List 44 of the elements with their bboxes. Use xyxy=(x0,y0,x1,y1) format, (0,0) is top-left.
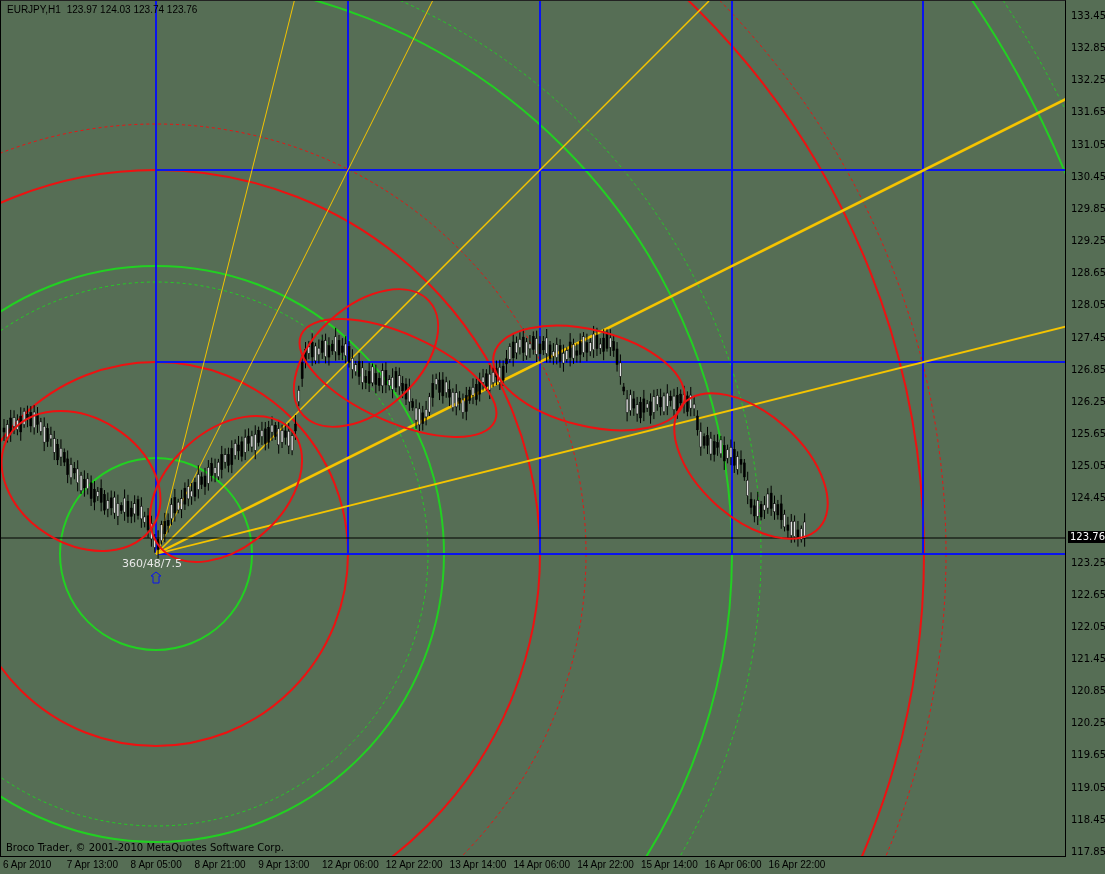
price-label: 129.85 xyxy=(1071,202,1105,215)
time-label: 12 Apr 06:00 xyxy=(322,859,379,871)
time-label: 6 Apr 2010 xyxy=(3,859,52,871)
price-label: 129.25 xyxy=(1071,235,1105,248)
price-label: 132.85 xyxy=(1071,42,1105,55)
copyright-text: Broco Trader, © 2001-2010 MetaQuotes Software Corp. xyxy=(6,842,284,853)
arrow-icon xyxy=(150,571,162,584)
time-label: 16 Apr 22:00 xyxy=(768,859,826,871)
time-label: 7 Apr 13:00 xyxy=(66,859,118,871)
time-label: 14 Apr 22:00 xyxy=(577,859,634,871)
price-label: 123.25 xyxy=(1071,556,1105,569)
price-label: 119.05 xyxy=(1071,781,1105,794)
price-label: 131.65 xyxy=(1071,106,1105,119)
time-label: 15 Apr 14:00 xyxy=(641,859,698,871)
annotation-label: 360/48/7.5 xyxy=(122,558,182,570)
price-label: 131.05 xyxy=(1071,138,1105,151)
price-label: 126.25 xyxy=(1071,395,1105,408)
time-label: 8 Apr 05:00 xyxy=(130,859,182,871)
price-label: 133.45 xyxy=(1071,10,1105,22)
price-label: 128.65 xyxy=(1071,267,1105,280)
price-label: 125.05 xyxy=(1071,460,1105,473)
price-label: 132.25 xyxy=(1071,74,1105,87)
price-label: 125.65 xyxy=(1071,427,1105,440)
time-label: 16 Apr 06:00 xyxy=(704,859,762,871)
time-label: 8 Apr 21:00 xyxy=(194,859,246,871)
price-label: 120.25 xyxy=(1071,717,1105,730)
price-label: 118.45 xyxy=(1071,813,1105,826)
price-label: 126.85 xyxy=(1071,363,1105,376)
price-label: 127.45 xyxy=(1071,331,1105,344)
price-label: 124.45 xyxy=(1071,492,1105,505)
symbol-label: EURJPY,H1 xyxy=(7,4,61,15)
price-label: 128.05 xyxy=(1071,299,1105,312)
time-label: 9 Apr 13:00 xyxy=(258,859,310,871)
time-label: 13 Apr 14:00 xyxy=(449,859,507,871)
price-label: 121.45 xyxy=(1071,653,1105,665)
price-label: 122.65 xyxy=(1071,588,1105,601)
price-label: 130.45 xyxy=(1071,170,1105,183)
current-price-tag: 123.76 xyxy=(1068,531,1105,543)
time-label: 12 Apr 22:00 xyxy=(385,859,443,871)
time-label: 14 Apr 06:00 xyxy=(513,859,571,871)
price-label: 117.85 xyxy=(1071,845,1105,858)
price-label: 122.05 xyxy=(1071,620,1105,633)
price-label: 119.65 xyxy=(1071,749,1105,762)
price-label: 120.85 xyxy=(1071,685,1105,698)
